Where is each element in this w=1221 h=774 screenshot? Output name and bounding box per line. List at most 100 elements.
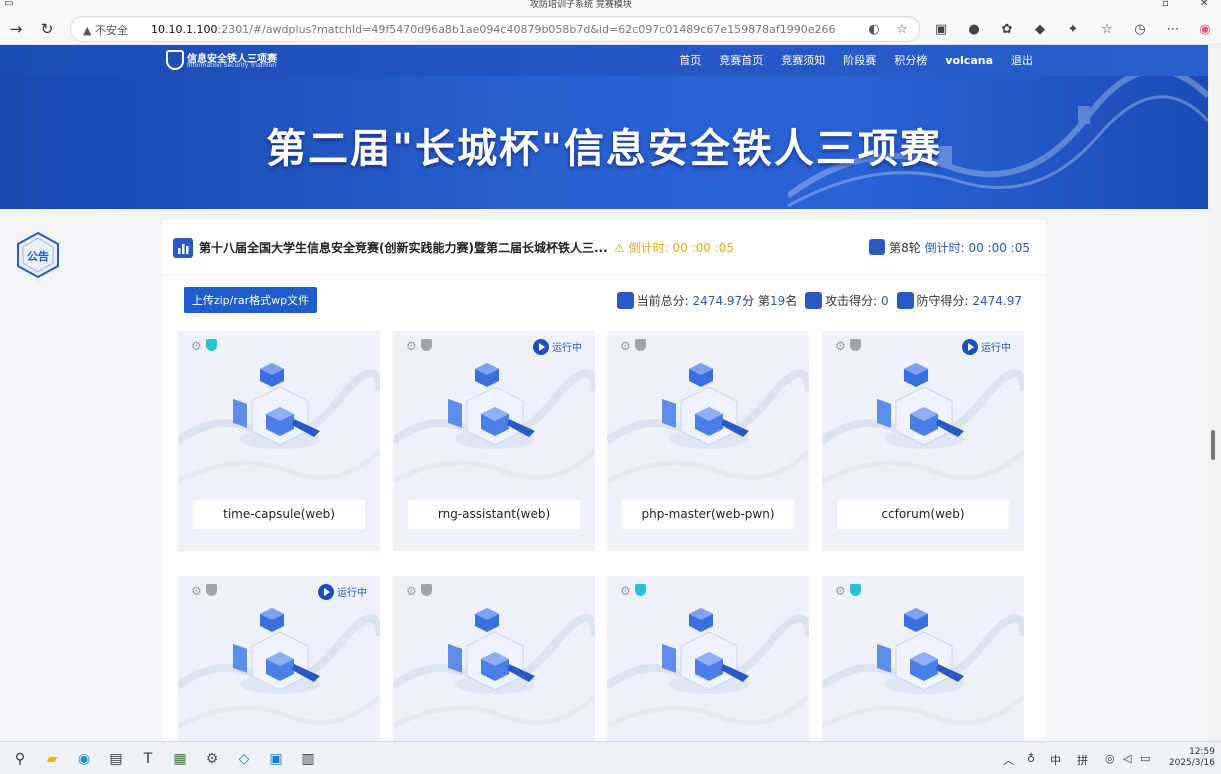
nav-contest-home[interactable]: 竞赛首页 bbox=[710, 45, 772, 76]
close-icon[interactable]: ✕ bbox=[1200, 0, 1208, 9]
rank-value: 19 bbox=[770, 294, 786, 308]
challenge-card[interactable]: ⚙ 运行中 ccforum(web) bbox=[822, 331, 1024, 551]
site-navbar: 信息安全铁人三项赛 Information Security Triathlon… bbox=[0, 45, 1208, 76]
translate-icon[interactable]: ◐ bbox=[865, 21, 883, 39]
window-titlebar: ▭ 攻防培训子系统 竞赛模块 ▫ ✕ bbox=[0, 0, 1221, 12]
system-clock[interactable]: 12:59 2025/3/16 bbox=[1163, 747, 1215, 769]
rank-prefix: 第 bbox=[758, 294, 771, 308]
total-score-label: 当前总分: bbox=[636, 294, 689, 308]
nav-scoreboard[interactable]: 积分榜 bbox=[885, 45, 936, 76]
play-icon bbox=[318, 584, 334, 600]
gear-icon: ⚙ bbox=[835, 584, 846, 598]
favorites-icon[interactable]: ☆ bbox=[1098, 21, 1116, 39]
more-menu-icon[interactable]: ⋯ bbox=[1164, 21, 1182, 39]
nav-logout[interactable]: 退出 bbox=[1002, 45, 1042, 76]
gear-icon: ⚙ bbox=[406, 584, 417, 598]
clock-date: 2025/3/16 bbox=[1168, 758, 1215, 768]
remote-desktop-icon[interactable]: ▣ bbox=[266, 749, 286, 769]
history-icon[interactable]: ◷ bbox=[1131, 21, 1149, 39]
extension-icon-1[interactable]: ▣ bbox=[932, 21, 950, 39]
attack-score-value: 0 bbox=[881, 294, 889, 308]
nav-stage[interactable]: 阶段赛 bbox=[834, 45, 885, 76]
microphone-icon[interactable]: ♁ bbox=[1027, 752, 1035, 765]
notepad-icon[interactable]: ▦ bbox=[170, 749, 190, 769]
nav-user[interactable]: volcana bbox=[936, 45, 1002, 76]
edge-browser-icon[interactable]: ◉ bbox=[74, 749, 94, 769]
status-icons: ⚙ bbox=[620, 339, 646, 353]
nav-rules[interactable]: 竞赛须知 bbox=[772, 45, 834, 76]
challenge-card[interactable]: ⚙ 运行中 rng-assistant(web) bbox=[393, 331, 595, 551]
warning-icon: ⚠ bbox=[614, 241, 625, 255]
shield-icon bbox=[205, 339, 217, 351]
running-label: 运行中 bbox=[981, 343, 1011, 354]
scrollbar-thumb[interactable] bbox=[1211, 430, 1215, 460]
tray-chevron-icon[interactable]: ︿ bbox=[1003, 752, 1014, 768]
attack-icon bbox=[805, 292, 823, 309]
network-icon[interactable]: ◎ bbox=[1105, 752, 1115, 765]
competition-header: 第十八届全国大学生信息安全竞赛(创新实践能力赛)暨第二届长城杯铁人三... ⚠ … bbox=[162, 220, 1046, 276]
ime-chinese[interactable]: 中 bbox=[1050, 752, 1061, 768]
server-cube-icon bbox=[233, 363, 320, 449]
file-explorer-icon[interactable]: ▰ bbox=[42, 749, 62, 769]
extension-icon-2[interactable]: ● bbox=[965, 21, 983, 39]
browser-toolbar: → ↻ ▲ 不安全 10.10.1.100:2301/#/awdplus?mat… bbox=[0, 12, 1221, 45]
url-text: 10.10.1.100:2301/#/awdplus?matchId=49f54… bbox=[151, 23, 835, 36]
hero-banner: 第二届"长城杯"信息安全铁人三项赛 bbox=[0, 76, 1208, 209]
banner-title: 第二届"长城杯"信息安全铁人三项赛 bbox=[266, 126, 942, 172]
favorite-star-icon[interactable]: ☆ bbox=[893, 21, 911, 39]
forward-icon[interactable]: → bbox=[5, 18, 27, 40]
challenge-name: rng-assistant(web) bbox=[408, 500, 580, 529]
main-menu: 首页 竞赛首页 竞赛须知 阶段赛 积分榜 volcana 退出 bbox=[670, 45, 1042, 76]
extensions-puzzle-icon[interactable]: ✦ bbox=[1064, 21, 1082, 39]
round-label: 第8轮 bbox=[889, 241, 921, 255]
challenge-card[interactable]: ⚙ php-master(web-pwn) bbox=[607, 331, 809, 551]
match-countdown: ⚠ 倒计时: 00 :00 :05 bbox=[614, 239, 734, 256]
notice-button[interactable]: 公告 bbox=[15, 231, 61, 279]
gear-icon: ⚙ bbox=[620, 584, 631, 598]
upload-wp-button[interactable]: 上传zip/rar格式wp文件 bbox=[184, 287, 317, 313]
typora-icon[interactable]: T bbox=[138, 749, 158, 769]
score-unit: 分 bbox=[742, 294, 755, 308]
round-countdown-label: 倒计时: bbox=[924, 241, 965, 255]
round-icon bbox=[869, 239, 886, 255]
clock-time: 12:59 bbox=[1189, 747, 1215, 757]
shield-icon bbox=[849, 339, 861, 351]
extension-icon-3[interactable]: ✿ bbox=[998, 21, 1016, 39]
address-bar[interactable]: ▲ 不安全 10.10.1.100:2301/#/awdplus?matchId… bbox=[70, 16, 920, 42]
settings-gear-icon[interactable]: ⚙ bbox=[202, 749, 222, 769]
server-cube-icon bbox=[233, 608, 320, 694]
page-scrollbar[interactable] bbox=[1208, 45, 1221, 740]
challenge-name: ccforum(web) bbox=[837, 500, 1009, 529]
countdown-label: 倒计时: bbox=[628, 241, 669, 255]
server-cube-icon bbox=[662, 363, 749, 449]
tab-title[interactable]: 攻防培训子系统 竞赛模块 bbox=[530, 0, 632, 10]
metamask-icon[interactable]: ◆ bbox=[1031, 21, 1049, 39]
status-icons: ⚙ bbox=[835, 339, 861, 353]
running-label: 运行中 bbox=[337, 588, 367, 599]
window-menu-icon[interactable]: ▭ bbox=[4, 0, 13, 9]
restore-icon[interactable]: ▫ bbox=[1162, 0, 1169, 9]
challenge-card[interactable]: ⚙ time-capsule(web) bbox=[178, 331, 380, 551]
volume-icon[interactable]: ◁ bbox=[1123, 752, 1131, 765]
play-icon bbox=[962, 339, 978, 355]
status-icons: ⚙ bbox=[620, 584, 646, 598]
terminal-icon[interactable]: ▤ bbox=[106, 749, 126, 769]
notice-label: 公告 bbox=[27, 250, 49, 263]
status-icons: ⚙ bbox=[406, 339, 432, 353]
server-cube-icon bbox=[877, 608, 964, 694]
vscode-icon[interactable]: ◇ bbox=[234, 749, 254, 769]
copilot-icon[interactable]: ◉ bbox=[1196, 21, 1214, 39]
gear-icon: ⚙ bbox=[191, 584, 202, 598]
round-countdown: 第8轮 倒计时: 00 :00 :05 bbox=[869, 239, 1030, 256]
not-secure-text: 不安全 bbox=[94, 24, 128, 37]
calculator-icon[interactable]: ▥ bbox=[298, 749, 318, 769]
refresh-icon[interactable]: ↻ bbox=[36, 18, 58, 40]
search-icon[interactable]: ⚲ bbox=[10, 749, 30, 769]
site-logo[interactable]: 信息安全铁人三项赛 Information Security Triathlon bbox=[166, 49, 277, 73]
ime-pinyin[interactable]: 拼 bbox=[1077, 752, 1088, 768]
nav-home[interactable]: 首页 bbox=[670, 45, 710, 76]
battery-icon[interactable]: ▭ bbox=[1140, 752, 1150, 765]
countdown-value: 00 :00 :05 bbox=[672, 241, 734, 255]
not-secure-indicator[interactable]: ▲ 不安全 bbox=[83, 22, 128, 38]
star-icon bbox=[616, 292, 634, 309]
